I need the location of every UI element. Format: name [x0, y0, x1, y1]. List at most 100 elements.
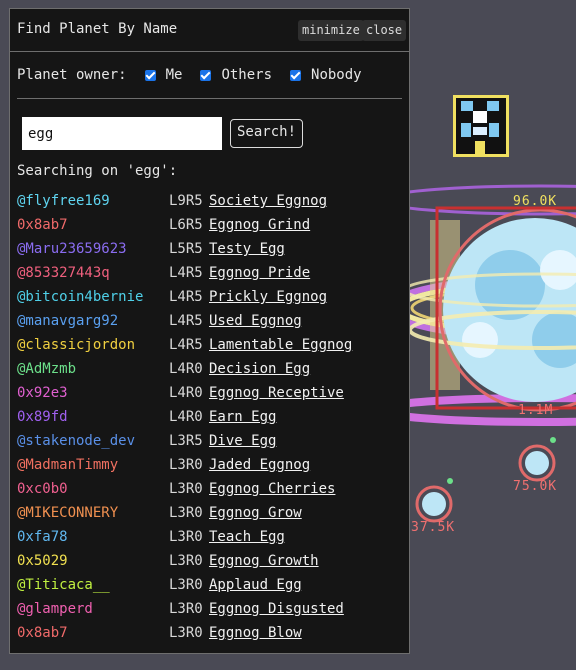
search-button[interactable]: Search!	[230, 119, 304, 148]
planet-level: L4R5	[169, 313, 203, 329]
planet-level: L4R0	[169, 385, 203, 401]
owner-name: 0xfa78	[17, 529, 68, 545]
others-checkbox-label: Others	[221, 67, 273, 83]
planet-name-link[interactable]: Prickly Eggnog	[209, 289, 327, 305]
result-row: 0x5029 L3R0 Eggnog Growth	[17, 549, 407, 573]
planet-level: L3R5	[169, 433, 203, 449]
planet-name-link[interactable]: Dive Egg	[209, 433, 276, 449]
owner-name: @classicjordon	[17, 337, 136, 353]
planet-name-link[interactable]: Eggnog Pride	[209, 265, 310, 281]
result-row: @Maru23659623 L5R5 Testy Egg	[17, 237, 407, 261]
planet-level: L3R0	[169, 529, 203, 545]
result-row: 0x8ab7 L3R0 Eggnog Blow	[17, 621, 407, 645]
planet-level: L3R0	[169, 577, 203, 593]
planet-level: L4R0	[169, 409, 203, 425]
result-row: @flyfree169 L9R5 Society Eggnog	[17, 189, 407, 213]
planet-name-link[interactable]: Teach Egg	[209, 529, 285, 545]
planet-name-link[interactable]: Jaded Eggnog	[209, 457, 310, 473]
planet-level: L9R5	[169, 193, 203, 209]
planet-energy-label: 37.5K	[411, 520, 456, 535]
planet-level: L3R0	[169, 481, 203, 497]
result-row: 0x89fd L4R0 Earn Egg	[17, 405, 407, 429]
planet-name-link[interactable]: Decision Egg	[209, 361, 310, 377]
owner-name: @853327443q	[17, 265, 110, 281]
planet-level: L3R0	[169, 601, 203, 617]
panel-titlebar[interactable]: Find Planet By Name minimize close	[10, 9, 409, 52]
planet-energy-label: 75.0K	[513, 479, 558, 494]
panel-title: Find Planet By Name	[17, 21, 178, 37]
owner-name: @MIKECONNERY	[17, 505, 119, 521]
planet-level: L3R0	[169, 553, 203, 569]
result-row: @MIKECONNERY L3R0 Eggnog Grow	[17, 501, 407, 525]
planet-name-link[interactable]: Eggnog Grind	[209, 217, 310, 233]
divider	[17, 98, 402, 99]
planet-name-link[interactable]: Earn Egg	[209, 409, 276, 425]
result-row: @MadmanTimmy L3R0 Jaded Eggnog	[17, 453, 407, 477]
owner-name: 0x89fd	[17, 409, 68, 425]
result-row: @853327443q L4R5 Eggnog Pride	[17, 261, 407, 285]
result-row: 0x92e3 L4R0 Eggnog Receptive	[17, 381, 407, 405]
tiny-planet	[447, 478, 453, 484]
planet-level: L3R0	[169, 505, 203, 521]
small-planet[interactable]	[518, 444, 556, 482]
owner-name: @MadmanTimmy	[17, 457, 119, 473]
owner-name: 0x5029	[17, 553, 68, 569]
me-checkbox[interactable]	[144, 69, 156, 81]
nobody-checkbox[interactable]	[290, 69, 302, 81]
owner-name: @Maru23659623	[17, 241, 127, 257]
planet-name-link[interactable]: Eggnog Blow	[209, 625, 302, 641]
others-checkbox[interactable]	[200, 69, 212, 81]
planet-name-link[interactable]: Applaud Egg	[209, 577, 302, 593]
result-row: @manavgarg92 L4R5 Used Eggnog	[17, 309, 407, 333]
owner-name: @flyfree169	[17, 193, 110, 209]
planet-level: L4R5	[169, 289, 203, 305]
planet-name-link[interactable]: Eggnog Disgusted	[209, 601, 344, 617]
planet-energy-label: 96.0K	[513, 194, 558, 209]
owner-name: @stakenode_dev	[17, 433, 136, 449]
search-status: Searching on 'egg':	[17, 163, 178, 179]
planet-level: L3R0	[169, 625, 203, 641]
planet-name-link[interactable]: Testy Egg	[209, 241, 285, 257]
owner-name: @manavgarg92	[17, 313, 119, 329]
planet-level: L4R5	[169, 265, 203, 281]
owner-name: 0x8ab7	[17, 625, 68, 641]
minimize-button[interactable]: minimize	[298, 20, 364, 41]
planet-level: L4R5	[169, 337, 203, 353]
planet-name-link[interactable]: Eggnog Receptive	[209, 385, 344, 401]
result-row: 0xfa78 L3R0 Teach Egg	[17, 525, 407, 549]
planet-name-link[interactable]: Eggnog Cherries	[209, 481, 335, 497]
owner-name: 0x8ab7	[17, 217, 68, 233]
search-input[interactable]	[22, 117, 222, 150]
result-row: 0x8ab7 L6R5 Eggnog Grind	[17, 213, 407, 237]
planet-name-link[interactable]: Lamentable Eggnog	[209, 337, 352, 353]
owner-name: 0xc0b0	[17, 481, 68, 497]
planet-energy-label: 1.1M	[518, 403, 554, 418]
planet-name-link[interactable]: Eggnog Growth	[209, 553, 319, 569]
owner-name: 0x92e3	[17, 385, 68, 401]
result-row: @glamperd L3R0 Eggnog Disgusted	[17, 597, 407, 621]
result-row: @bitcoin4bernie L4R5 Prickly Eggnog	[17, 285, 407, 309]
result-row: @stakenode_dev L3R5 Dive Egg	[17, 429, 407, 453]
owner-filter-label: Planet owner:	[17, 67, 127, 83]
results-list: @flyfree169 L9R5 Society Eggnog 0x8ab7 L6R5 E…	[17, 189, 407, 645]
result-row: 0xc0b0 L3R0 Eggnog Cherries	[17, 477, 407, 501]
tiny-planet	[550, 437, 556, 443]
nobody-checkbox-label: Nobody	[311, 67, 362, 83]
planet-name-link[interactable]: Society Eggnog	[209, 193, 327, 209]
planet-name-link[interactable]: Used Eggnog	[209, 313, 302, 329]
find-planet-panel: Find Planet By Name minimize close Plane…	[9, 8, 410, 654]
small-planet[interactable]	[415, 485, 453, 523]
owner-name: @Titicaca__	[17, 577, 110, 593]
planet-name-link[interactable]: Eggnog Grow	[209, 505, 302, 521]
planet-level: L3R0	[169, 457, 203, 473]
artifact-sprite-icon	[453, 95, 509, 157]
close-button[interactable]: close	[362, 20, 407, 41]
owner-filter: Planet owner: Me Others Nobody	[17, 67, 362, 83]
planet-level: L5R5	[169, 241, 203, 257]
result-row: @AdMzmb L4R0 Decision Egg	[17, 357, 407, 381]
me-checkbox-label: Me	[165, 67, 183, 83]
result-row: @Titicaca__ L3R0 Applaud Egg	[17, 573, 407, 597]
planet-level: L6R5	[169, 217, 203, 233]
owner-name: @AdMzmb	[17, 361, 77, 377]
owner-name: @bitcoin4bernie	[17, 289, 144, 305]
